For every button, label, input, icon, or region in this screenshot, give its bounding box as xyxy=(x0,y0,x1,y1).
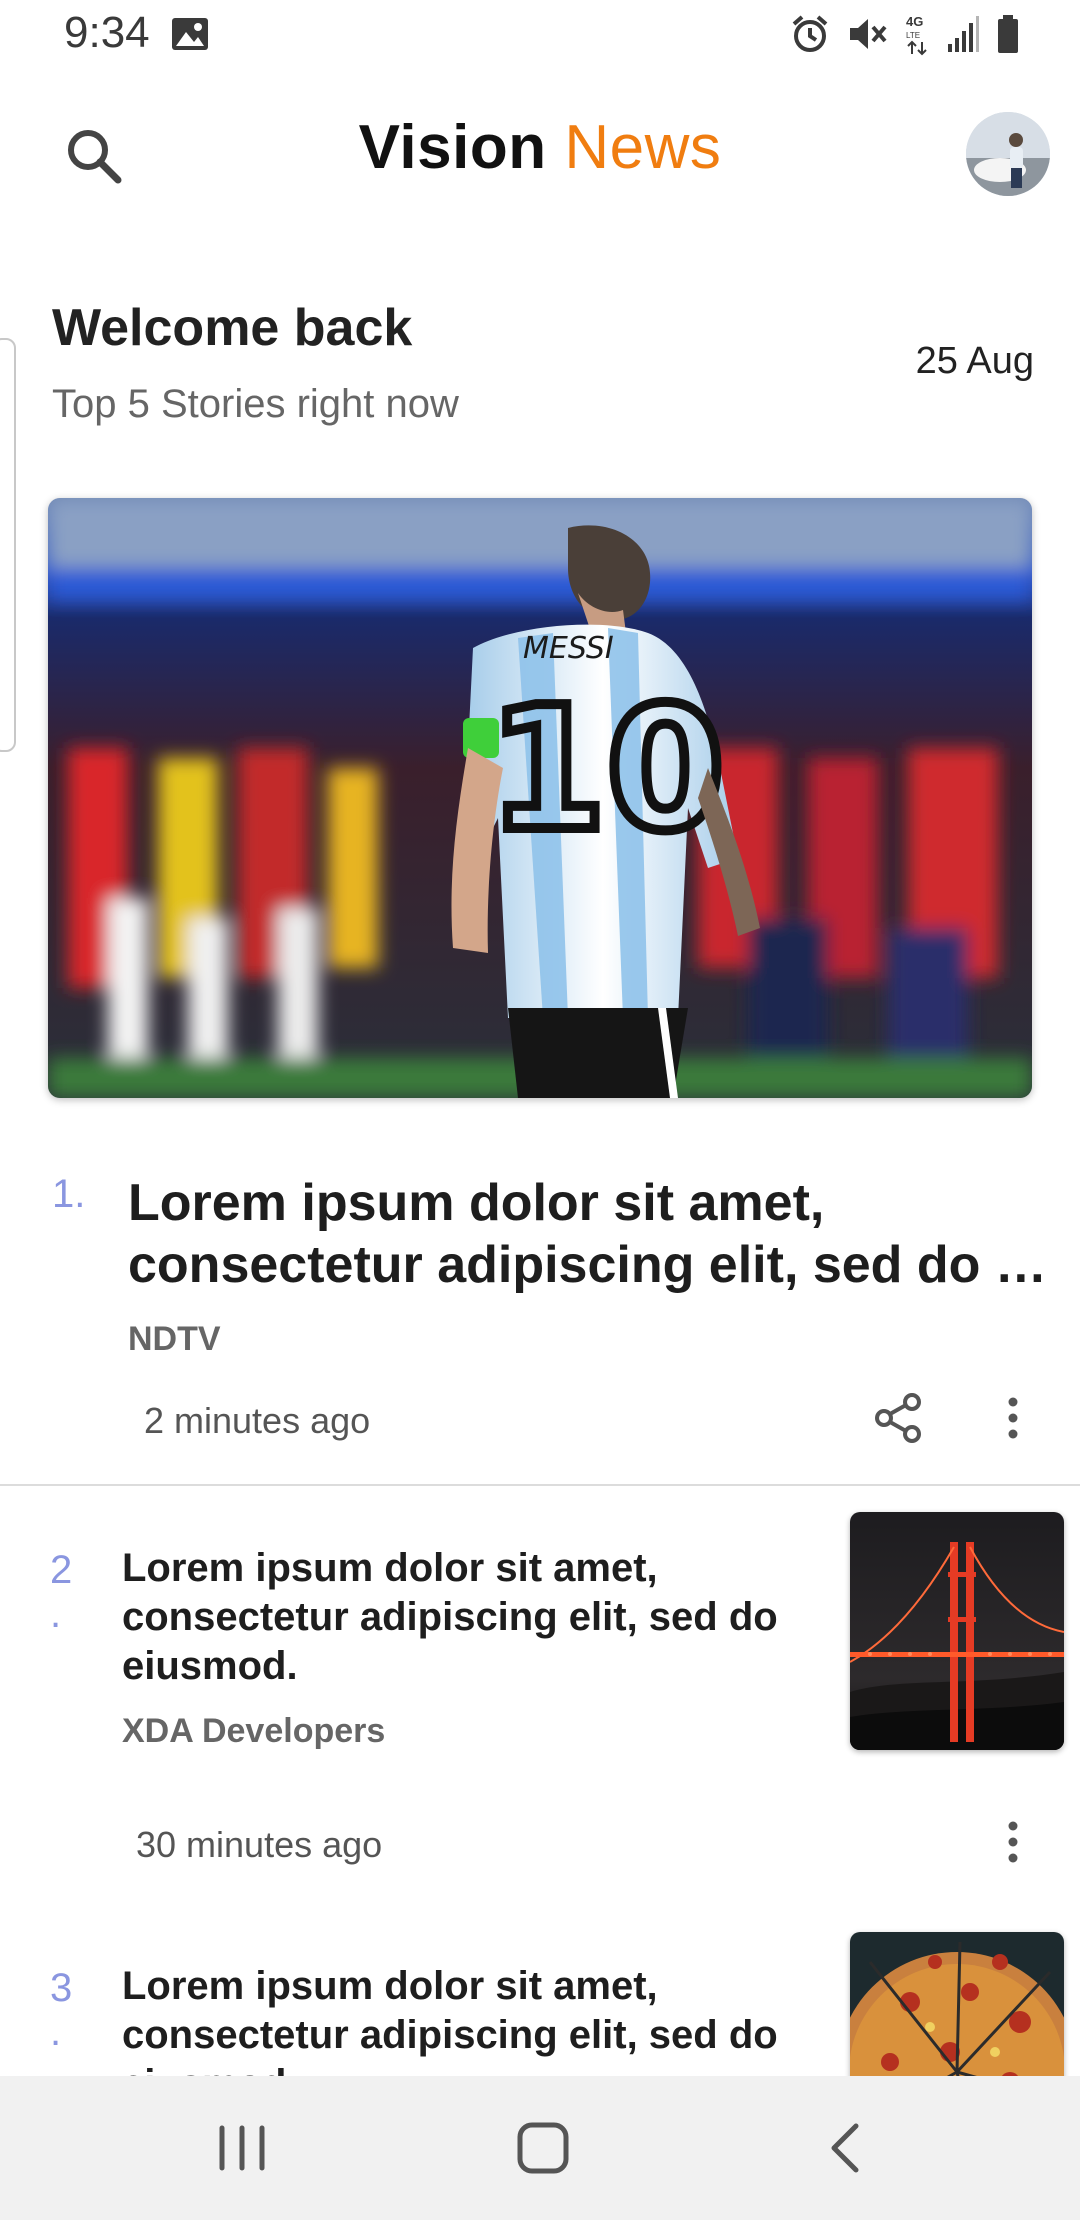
more-options-icon[interactable] xyxy=(990,1814,1036,1870)
hero-image[interactable]: MESSI 10 xyxy=(48,498,1032,1098)
story-2-number-dot: . xyxy=(50,1592,62,1636)
story-1-number: 1. xyxy=(52,1172,86,1216)
mute-icon xyxy=(850,19,887,49)
divider xyxy=(0,1484,1080,1486)
jersey-name: MESSI xyxy=(523,631,614,666)
welcome-subtitle: Top 5 Stories right now xyxy=(52,382,459,426)
jersey-number: 10 xyxy=(488,671,725,869)
brand-news: News xyxy=(564,113,722,182)
app-bar: Vision News xyxy=(0,100,1080,210)
story-1-title-line1: Lorem ipsum dolor sit amet, xyxy=(128,1174,825,1232)
recent-apps-icon[interactable] xyxy=(206,2112,278,2184)
bridge-image xyxy=(850,1512,1064,1750)
brand-vision: Vision xyxy=(358,113,547,182)
status-time: 9:34 xyxy=(64,8,150,57)
screen: 9:34 4G LTE Vision News Welcome back Top… xyxy=(0,0,1080,2220)
network-4g-icon: 4G LTE xyxy=(906,14,927,56)
svg-text:LTE: LTE xyxy=(906,31,920,40)
story-1-time: 2 minutes ago xyxy=(144,1400,371,1441)
svg-text:4G: 4G xyxy=(906,14,923,29)
story-1-title[interactable]: Lorem ipsum dolor sit amet, consectetur … xyxy=(128,1172,1048,1296)
story-2-number: 2 xyxy=(50,1548,73,1592)
home-icon[interactable] xyxy=(507,2112,579,2184)
share-icon[interactable] xyxy=(870,1390,926,1446)
story-2-title[interactable]: Lorem ipsum dolor sit amet, consectetur … xyxy=(122,1544,812,1691)
more-options-icon[interactable] xyxy=(990,1390,1036,1446)
status-icons: 4G LTE xyxy=(790,12,1020,56)
app-title: Vision News xyxy=(0,112,1080,183)
story-3-number: 3 xyxy=(50,1966,73,2010)
story-2-thumbnail[interactable] xyxy=(850,1512,1064,1750)
status-bar: 9:34 4G LTE xyxy=(0,0,1080,70)
welcome-title: Welcome back xyxy=(52,299,413,357)
edge-panel-handle[interactable] xyxy=(0,338,16,752)
avatar-photo xyxy=(966,112,1050,196)
story-2-time: 30 minutes ago xyxy=(136,1824,383,1865)
avatar[interactable] xyxy=(966,112,1050,196)
hero-photo: MESSI 10 xyxy=(48,498,1032,1098)
navigation-bar xyxy=(0,2076,1080,2220)
date-label: 25 Aug xyxy=(915,340,1034,382)
story-3-number-dot: . xyxy=(50,2010,62,2054)
battery-icon xyxy=(998,15,1018,53)
alarm-icon xyxy=(792,15,828,52)
story-1-title-line2: consectetur adipiscing elit, sed do ei… xyxy=(128,1236,1048,1294)
gallery-icon xyxy=(172,18,208,50)
back-icon[interactable] xyxy=(810,2112,882,2184)
story-1-source: NDTV xyxy=(128,1320,221,1358)
signal-icon xyxy=(948,16,979,52)
story-2-source: XDA Developers xyxy=(122,1712,386,1750)
